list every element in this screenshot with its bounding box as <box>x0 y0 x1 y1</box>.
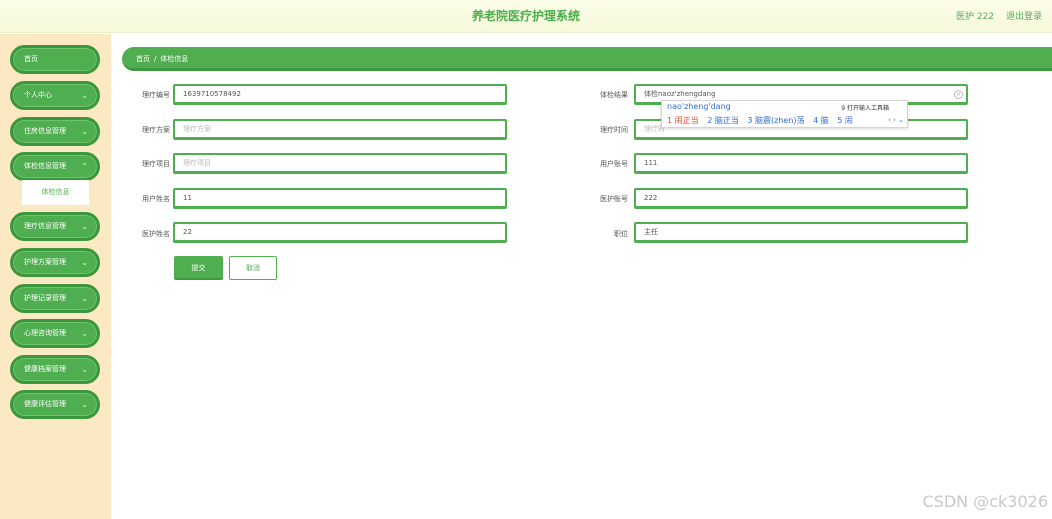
checkup-result-label: 体检结果 <box>600 91 628 99</box>
staff-account-field[interactable]: 222 <box>634 188 968 209</box>
user-name-label: 用户姓名 <box>142 195 170 203</box>
sidebar-item-health-assess[interactable]: 健康评估管理 ⌄ <box>10 390 100 419</box>
sidebar-item-label: 护理方案管理 <box>24 258 66 266</box>
current-user: 医护 222 <box>955 12 994 22</box>
ime-candidate[interactable]: 2 脑正当 <box>707 116 739 125</box>
chevron-up-icon: ⌃ <box>81 162 88 171</box>
user-name-field[interactable]: 11 <box>173 188 507 209</box>
sidebar-item-checkup[interactable]: 体检信息管理 ⌃ <box>10 152 100 181</box>
chevron-down-icon: ⌄ <box>81 258 88 267</box>
therapy-item-label: 理疗项目 <box>142 160 170 168</box>
breadcrumb: 首页 / 体检信息 <box>122 47 1052 71</box>
breadcrumb-separator: / <box>154 55 157 63</box>
watermark: CSDN @ck3026 <box>922 492 1048 511</box>
ime-pinyin: nao'zheng'dang <box>667 102 731 111</box>
staff-name-field[interactable]: 22 <box>173 222 507 243</box>
sidebar-item-home[interactable]: 首页 <box>10 45 100 74</box>
breadcrumb-current: 体检信息 <box>160 55 189 63</box>
ime-candidate[interactable]: 3 脑震(zhen)荡 <box>747 116 804 125</box>
position-field[interactable]: 主任 <box>634 222 968 243</box>
logout-link[interactable]: 退出登录 <box>1006 9 1042 22</box>
position-label: 职位 <box>614 230 628 238</box>
therapy-id-label: 理疗编号 <box>142 91 170 99</box>
sidebar-item-label: 首页 <box>24 55 38 63</box>
staff-name-label: 医护姓名 <box>142 230 170 238</box>
sidebar-item-care-record[interactable]: 护理记录管理 ⌄ <box>10 284 100 313</box>
sidebar-item-label: 理疗信息管理 <box>24 222 66 230</box>
sidebar-item-health-file[interactable]: 健康档案管理 ⌄ <box>10 355 100 384</box>
user-account-label: 用户账号 <box>600 160 628 168</box>
therapy-plan-label: 理疗方案 <box>142 126 170 134</box>
chevron-down-icon: ⌄ <box>81 365 88 374</box>
therapy-id-field[interactable]: 1639710578492 <box>173 84 507 105</box>
app-title: 养老院医疗护理系统 <box>471 9 580 23</box>
sidebar-item-label: 体检信息管理 <box>24 162 66 170</box>
user-account-field[interactable]: 111 <box>634 153 968 174</box>
sidebar-item-counseling[interactable]: 心理咨询管理 ⌄ <box>10 319 100 348</box>
ime-candidate-popup[interactable]: nao'zheng'dang 9 打开输入工具箱 1 闹正当 2 脑正当 3 脑… <box>661 100 908 128</box>
chevron-down-icon: ⌄ <box>81 127 88 136</box>
breadcrumb-home[interactable]: 首页 <box>136 55 150 63</box>
ime-candidate[interactable]: 5 闹 <box>837 116 853 125</box>
sidebar-item-label: 心理咨询管理 <box>24 329 66 337</box>
top-header: 养老院医疗护理系统 医护 222 退出登录 <box>0 0 1052 33</box>
chevron-down-icon: ⌄ <box>81 294 88 303</box>
sidebar-item-profile[interactable]: 个人中心 ⌄ <box>10 81 100 110</box>
therapy-item-field[interactable]: 理疗项目 <box>173 153 507 174</box>
cancel-button[interactable]: 取消 <box>229 256 277 280</box>
sidebar-item-label: 健康档案管理 <box>24 365 66 373</box>
sidebar-item-label: 护理记录管理 <box>24 294 66 302</box>
sidebar-item-therapy[interactable]: 理疗信息管理 ⌄ <box>10 212 100 241</box>
chevron-down-icon: ⌄ <box>81 400 88 409</box>
ime-candidate[interactable]: 1 闹正当 <box>667 116 699 125</box>
submenu-item-checkup-info[interactable]: 体检信息 <box>22 180 89 205</box>
clear-icon[interactable]: × <box>954 90 963 99</box>
ime-candidates: 1 闹正当 2 脑正当 3 脑震(zhen)荡 4 脑 5 闹 <box>667 115 859 126</box>
therapy-plan-field[interactable]: 理疗方案 <box>173 119 507 140</box>
chevron-down-icon: ⌄ <box>81 222 88 231</box>
sidebar-item-housing[interactable]: 住房信息管理 ⌄ <box>10 117 100 146</box>
submit-button[interactable]: 提交 <box>174 256 223 280</box>
ime-nav-icon[interactable]: ‹ › ⌄ <box>888 116 904 124</box>
sidebar-item-care-plan[interactable]: 护理方案管理 ⌄ <box>10 248 100 277</box>
sidebar-item-label: 健康评估管理 <box>24 400 66 408</box>
sidebar-item-label: 住房信息管理 <box>24 127 66 135</box>
staff-account-label: 医护账号 <box>600 195 628 203</box>
chevron-down-icon: ⌄ <box>81 91 88 100</box>
chevron-down-icon: ⌄ <box>81 329 88 338</box>
ime-toolbox[interactable]: 9 打开输入工具箱 <box>841 103 889 112</box>
ime-candidate[interactable]: 4 脑 <box>813 116 829 125</box>
sidebar-item-label: 个人中心 <box>24 91 52 99</box>
therapy-time-label: 理疗时间 <box>600 126 628 134</box>
